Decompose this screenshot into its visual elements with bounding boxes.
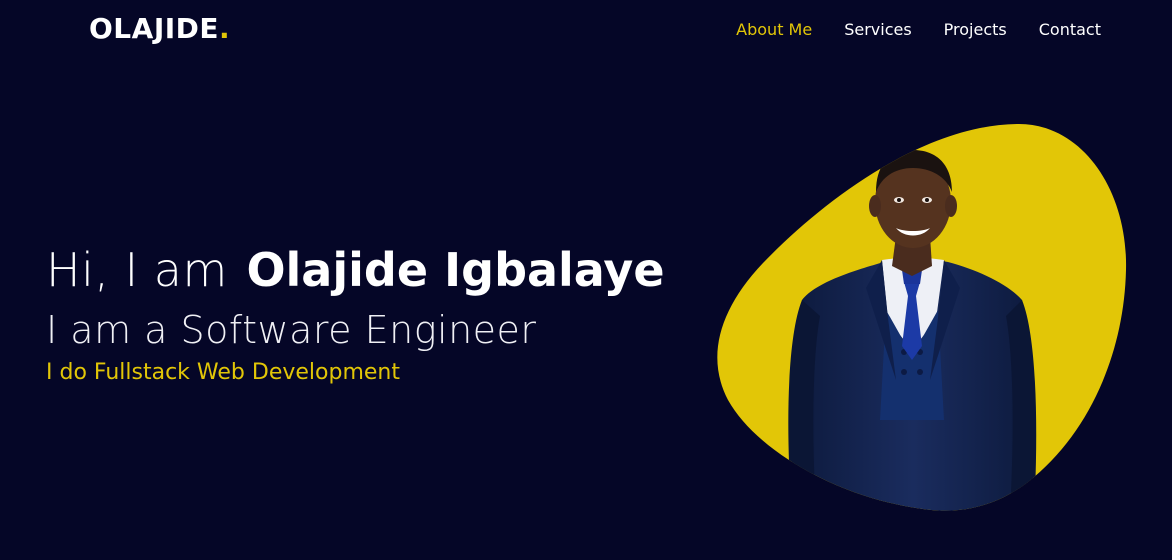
logo-text: OLAJIDE xyxy=(89,12,220,45)
main-nav: About Me Services Projects Contact xyxy=(736,20,1101,40)
nav-about-me[interactable]: About Me xyxy=(736,20,812,40)
nav-contact[interactable]: Contact xyxy=(1039,20,1101,40)
logo-dot: . xyxy=(219,12,231,45)
hero-greeting: Hi, I am Olajide Igbalaye xyxy=(46,238,665,302)
hero-intro: Hi, I am Olajide Igbalaye I am a Softwar… xyxy=(46,238,665,388)
logo[interactable]: OLAJIDE. xyxy=(89,12,230,45)
greeting-prefix: Hi, I am xyxy=(46,243,228,297)
nav-projects[interactable]: Projects xyxy=(944,20,1007,40)
hero-portrait xyxy=(716,120,1128,514)
hero-role: I am a Software Engineer xyxy=(46,308,537,352)
hero-name: Olajide Igbalaye xyxy=(246,243,665,297)
hero-tagline: I do Fullstack Web Development xyxy=(46,360,400,385)
page: OLAJIDE. About Me Services Projects Cont… xyxy=(0,0,1172,560)
portrait-illustration xyxy=(717,124,1127,511)
nav-services[interactable]: Services xyxy=(844,20,911,40)
